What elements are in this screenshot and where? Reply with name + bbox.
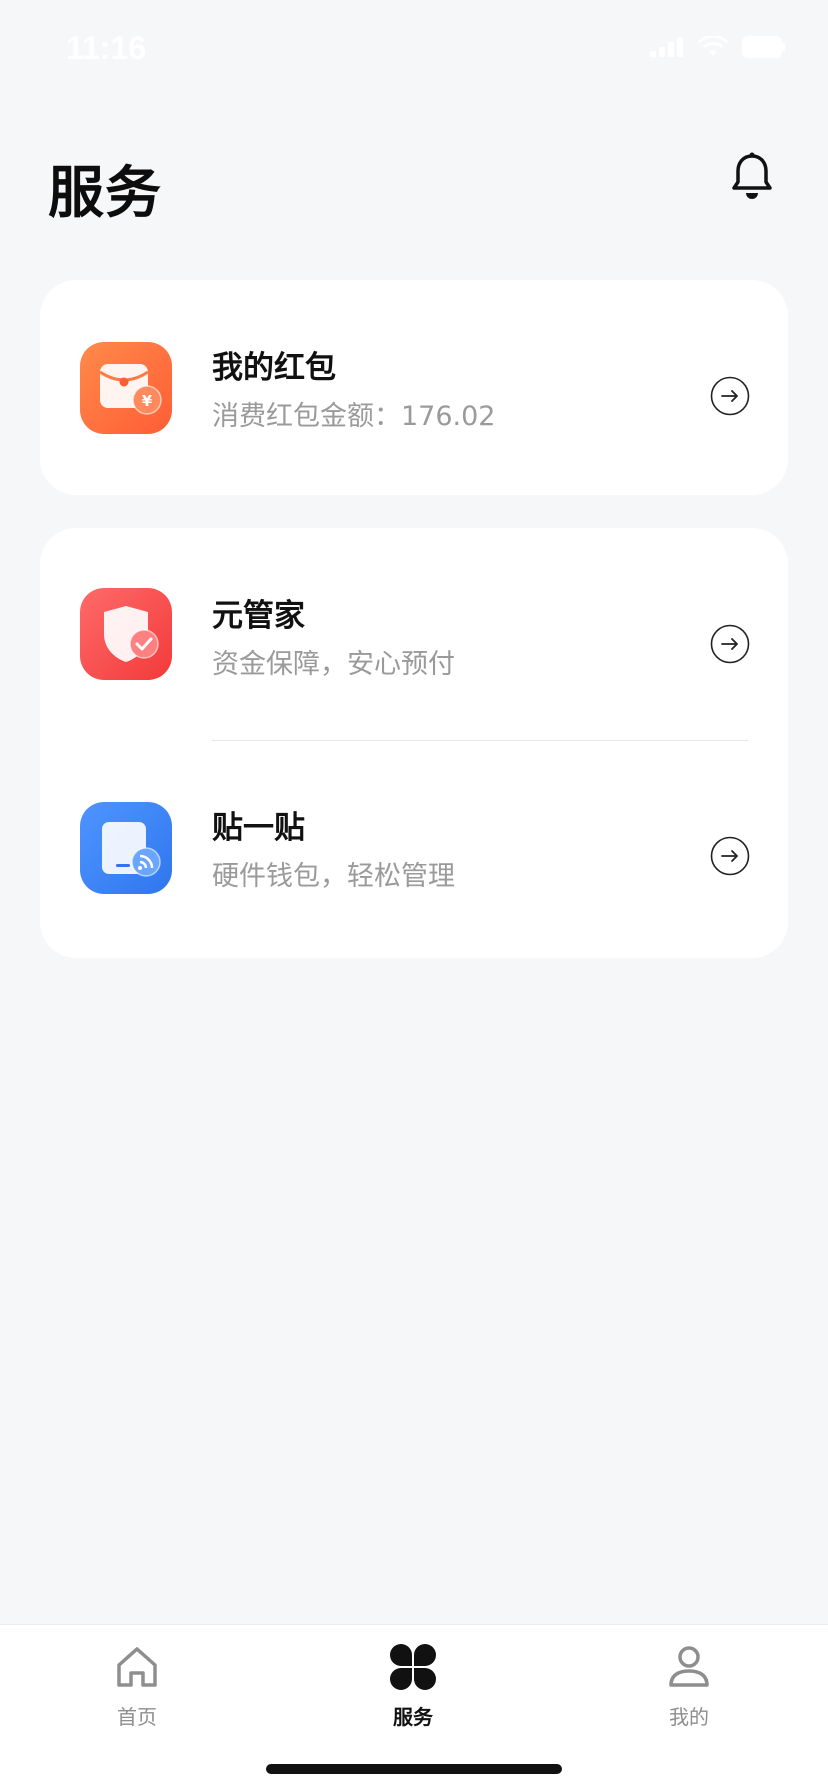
arrow-right-circle-icon[interactable]: [710, 376, 750, 416]
arrow-right-circle-icon[interactable]: [710, 624, 750, 664]
home-indicator: [266, 1764, 562, 1774]
grid-clover-icon: [390, 1644, 436, 1690]
home-icon: [117, 1647, 157, 1687]
shield-icon: [80, 588, 172, 680]
yuan-guanjia-title: 元管家: [212, 598, 305, 634]
tab-service-label: 服务: [393, 1705, 433, 1729]
status-bar: 11:16: [0, 0, 828, 100]
status-icons: [650, 36, 786, 58]
red-packet-title: 我的红包: [212, 350, 336, 386]
tie-yi-tie-title: 贴一贴: [212, 810, 305, 846]
status-time: 11:16: [66, 30, 147, 66]
tab-mine-label: 我的: [669, 1705, 709, 1729]
tab-service[interactable]: 服务: [343, 1641, 483, 1741]
red-packet-row[interactable]: ¥ 我的红包 消费红包金额：176.02: [40, 298, 788, 478]
page-header: 服务: [48, 140, 780, 226]
divider: [212, 740, 748, 741]
battery-icon: [742, 36, 785, 58]
tab-mine[interactable]: 我的: [619, 1641, 759, 1741]
bell-icon: [732, 152, 772, 199]
red-packet-card[interactable]: ¥ 我的红包 消费红包金额：176.02: [40, 280, 788, 495]
wifi-icon: [698, 36, 728, 56]
nfc-card-icon: [80, 802, 172, 894]
red-packet-subtitle: 消费红包金额：176.02: [212, 401, 496, 432]
page-title: 服务: [48, 161, 162, 226]
signal-icon: [650, 37, 683, 57]
notification-button[interactable]: [724, 148, 780, 204]
services-card: 元管家 资金保障，安心预付 贴一贴 硬件钱包，轻松管理: [40, 528, 788, 958]
tab-home-label: 首页: [117, 1705, 157, 1729]
red-packet-icon: ¥: [80, 342, 172, 434]
yuan-guanjia-row[interactable]: 元管家 资金保障，安心预付: [40, 546, 788, 726]
arrow-right-circle-icon[interactable]: [710, 836, 750, 876]
tab-home[interactable]: 首页: [67, 1641, 207, 1741]
svg-text:¥: ¥: [142, 392, 153, 410]
tie-yi-tie-row[interactable]: 贴一贴 硬件钱包，轻松管理: [40, 762, 788, 942]
tie-yi-tie-subtitle: 硬件钱包，轻松管理: [212, 861, 455, 892]
user-icon: [669, 1646, 709, 1687]
yuan-guanjia-subtitle: 资金保障，安心预付: [212, 649, 455, 680]
